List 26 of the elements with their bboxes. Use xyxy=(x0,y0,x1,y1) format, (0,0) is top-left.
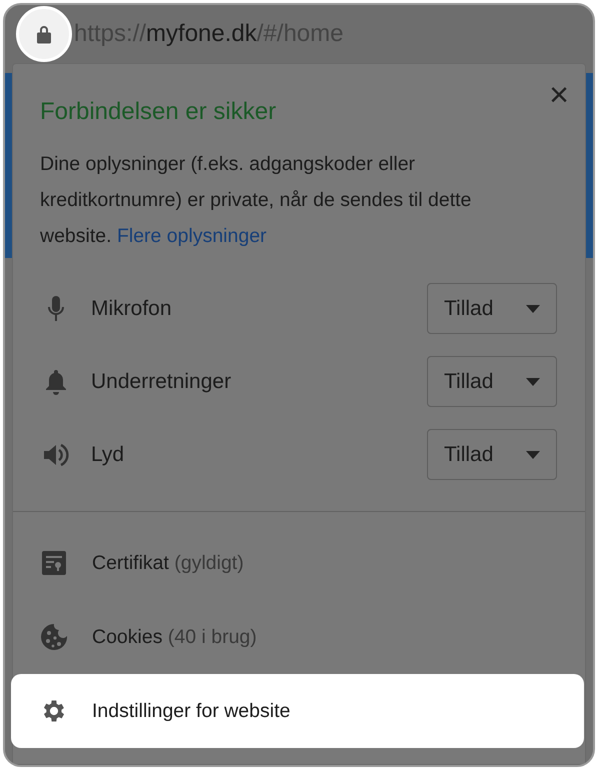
permission-label: Mikrofon xyxy=(91,296,173,320)
caret-icon xyxy=(526,378,540,386)
security-description: Dine oplysninger (f.eks. adgangskoder eller kreditkortnumre) er private, når de sendes til dette website. Flere oplysninger xyxy=(40,152,472,249)
menu-item[interactable]: Indstillinger for website xyxy=(11,674,584,748)
menu-item-label: Cookies (40 i brug) xyxy=(92,626,257,648)
permission-dropdown[interactable]: Tillad xyxy=(427,429,557,480)
menu-item[interactable]: Cookies (40 i brug) xyxy=(11,600,584,674)
caret-icon xyxy=(526,304,540,312)
menu-item[interactable]: Certifikat (gyldigt) xyxy=(11,526,584,600)
caret-icon xyxy=(526,450,540,458)
lock-icon xyxy=(36,24,52,44)
certificate-icon xyxy=(42,551,66,575)
close-button[interactable]: × xyxy=(549,78,569,112)
cookie-icon xyxy=(40,623,68,651)
permission-label: Lyd xyxy=(91,442,126,466)
bell-icon xyxy=(45,368,67,394)
permission-dropdown[interactable]: Tillad xyxy=(427,356,557,407)
speaker-icon xyxy=(43,442,69,466)
more-info-link[interactable]: Flere oplysninger xyxy=(116,225,267,247)
menu-item-label: Indstillinger for website xyxy=(92,700,290,722)
popup-title: Forbindelsen er sikker xyxy=(40,98,278,126)
lock-button[interactable] xyxy=(16,6,72,62)
permission-dropdown[interactable]: Tillad xyxy=(427,283,557,334)
permission-label: Underretninger xyxy=(91,370,232,394)
menu-item-label: Certifikat (gyldigt) xyxy=(92,552,244,574)
microphone-icon xyxy=(48,296,64,322)
